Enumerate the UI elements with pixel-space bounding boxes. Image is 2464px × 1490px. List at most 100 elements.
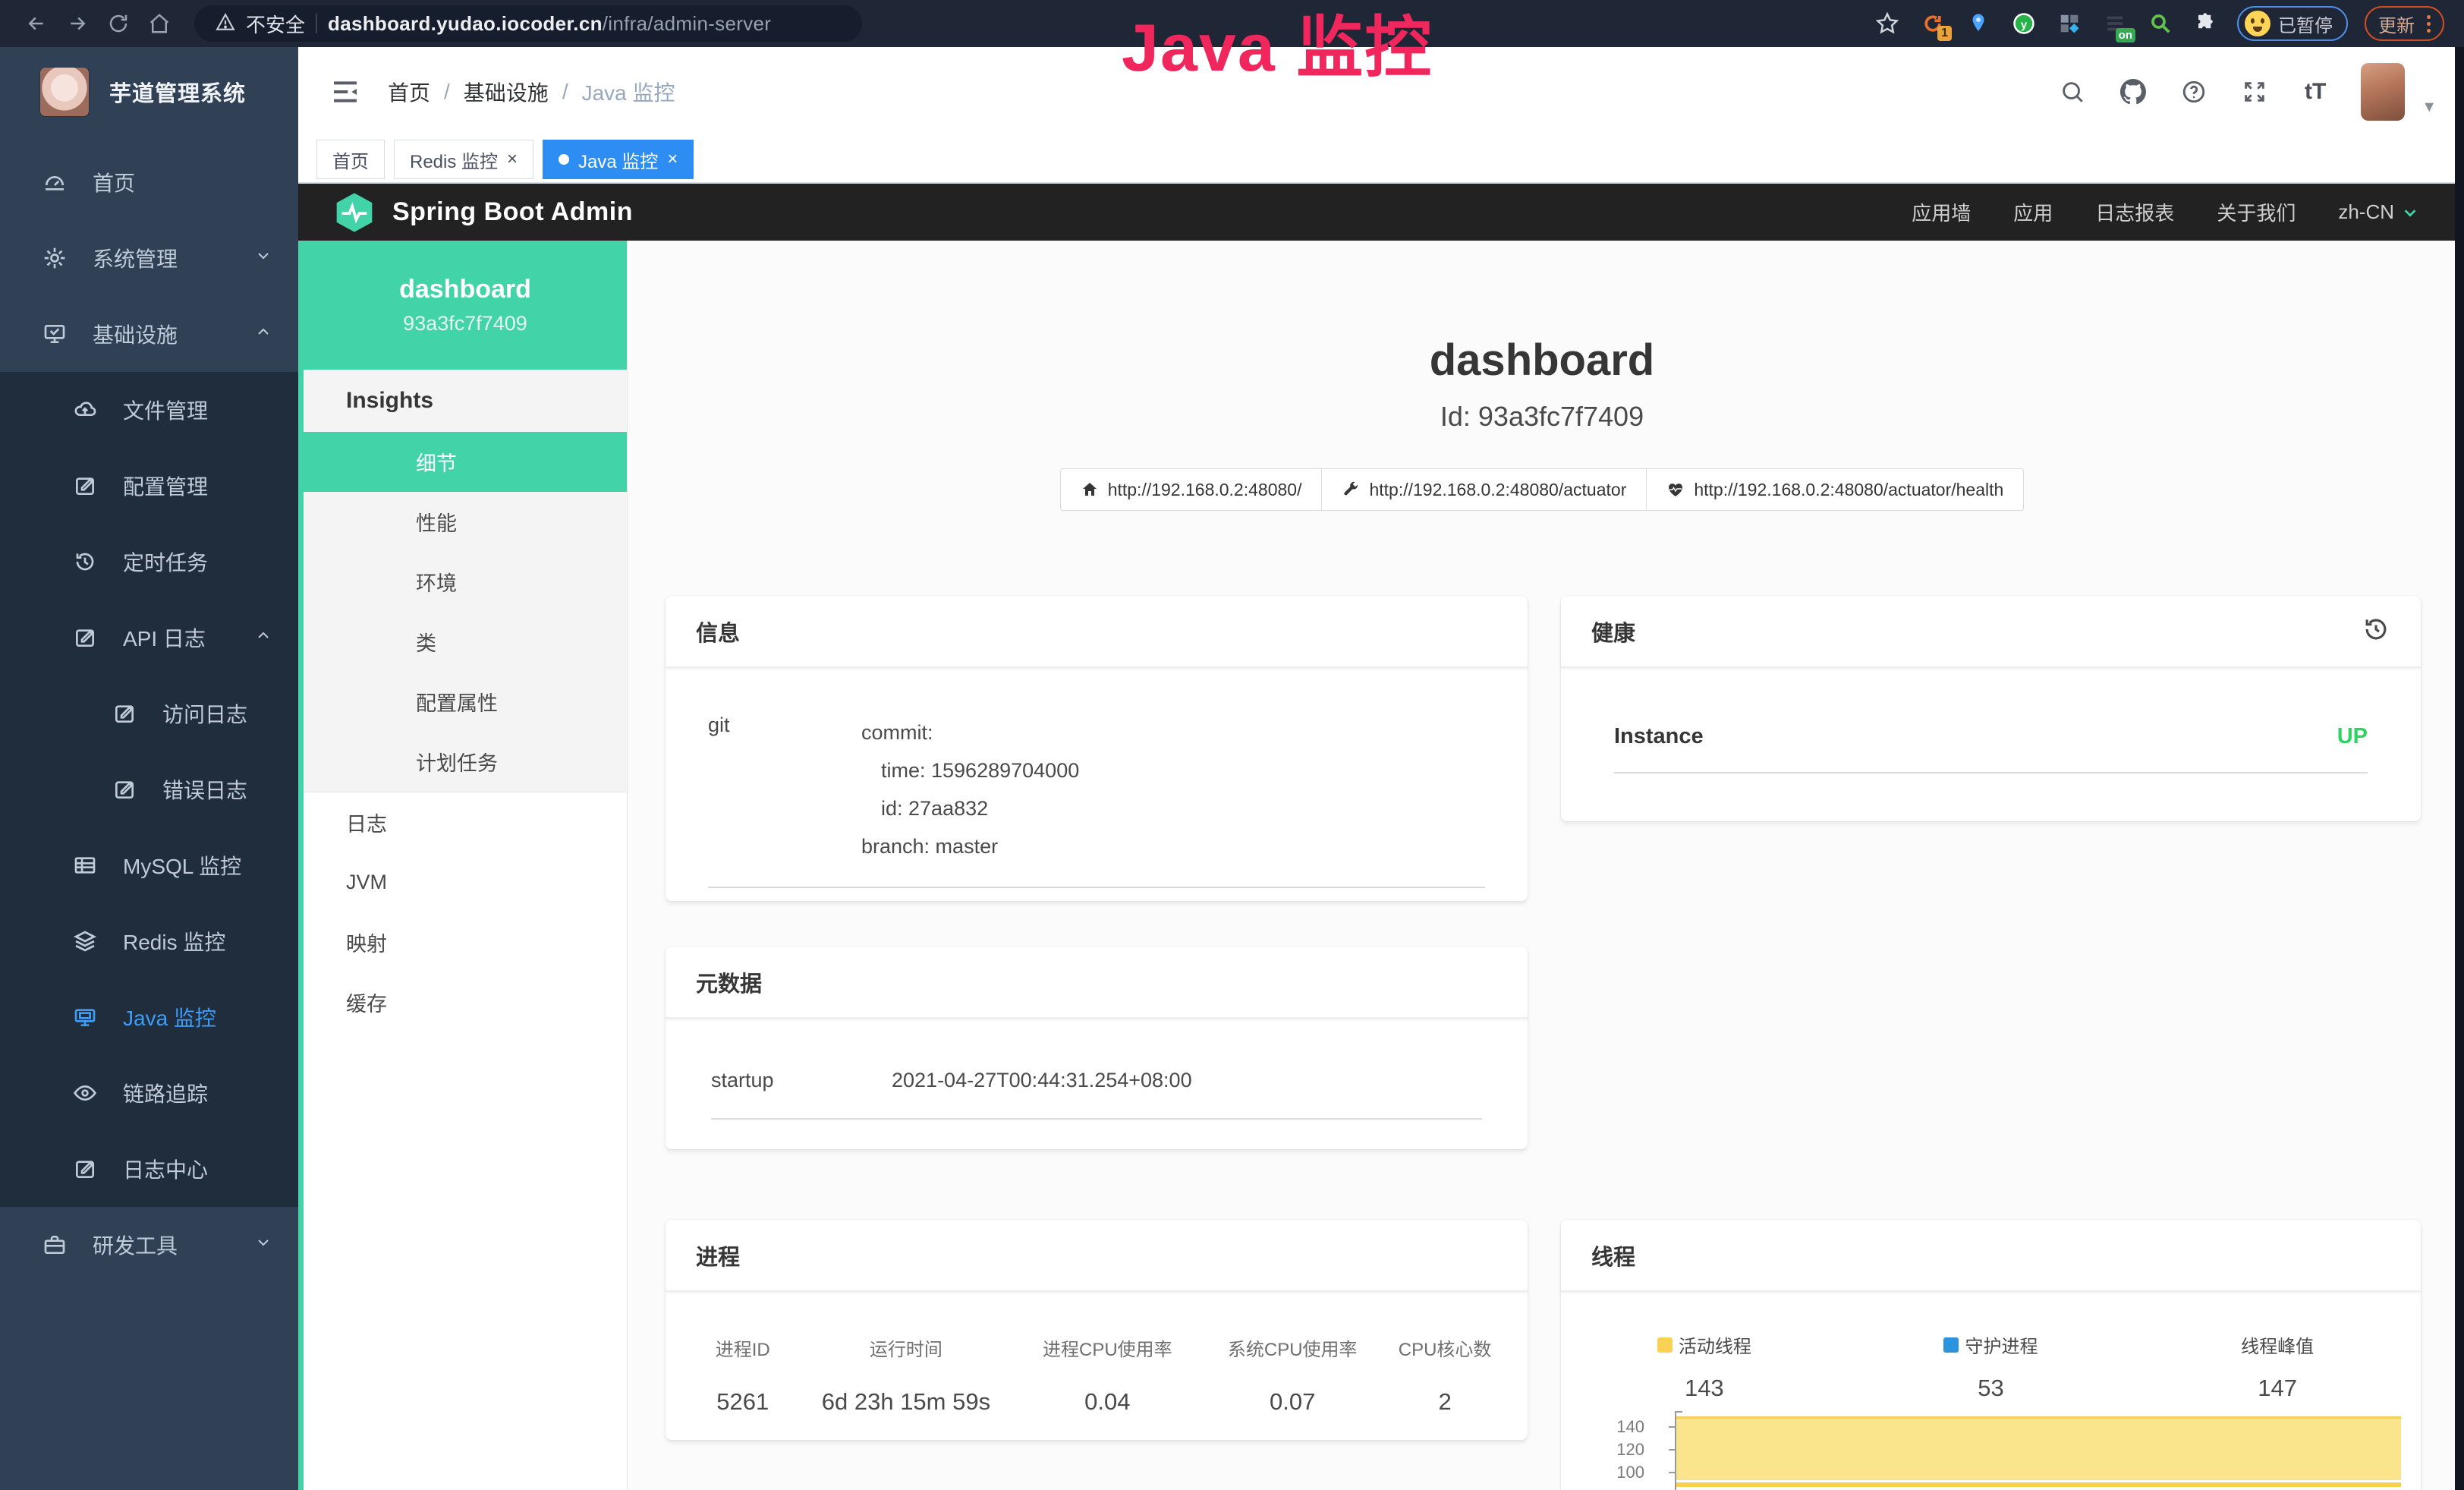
instance-content: dashboard Id: 93a3fc7f7409 http://192.16… — [628, 241, 2456, 1490]
search-icon[interactable] — [2057, 77, 2088, 107]
process-col-cpus: CPU核心数 — [1385, 1334, 1505, 1361]
tab-redis-monitor[interactable]: Redis 监控 — [394, 140, 533, 179]
fullscreen-icon[interactable] — [2239, 77, 2270, 107]
instance-nav-metrics[interactable]: 性能 — [304, 492, 627, 552]
breadcrumb-infrastructure[interactable]: 基础设施 — [464, 77, 549, 107]
health-instance-label[interactable]: Instance — [1614, 724, 1704, 749]
sba-nav-applications[interactable]: 应用 — [2013, 198, 2053, 226]
sidebar-item-system[interactable]: 系统管理 — [0, 220, 298, 296]
svg-text:y: y — [2021, 18, 2028, 31]
security-label[interactable]: 不安全 — [246, 10, 305, 38]
sba-locale-select[interactable]: zh-CN — [2338, 200, 2418, 224]
forward-arrow-icon[interactable] — [61, 7, 94, 40]
sidebar-item-java-monitor[interactable]: Java 监控 — [0, 979, 298, 1055]
avatar[interactable] — [2361, 63, 2405, 121]
sba-logo-icon — [333, 191, 376, 234]
metadata-key-startup: startup — [711, 1069, 892, 1092]
breadcrumb-separator: / — [444, 80, 450, 104]
instance-id-line: Id: 93a3fc7f7409 — [628, 401, 2456, 433]
sba-brand[interactable]: Spring Boot Admin — [333, 191, 633, 234]
sidebar-item-config-management[interactable]: 配置管理 — [0, 448, 298, 524]
info-key-git: git — [708, 713, 861, 865]
endpoint-health-button[interactable]: http://192.168.0.2:48080/actuator/health — [1646, 468, 2024, 511]
sidebar-item-scheduled-tasks[interactable]: 定时任务 — [0, 524, 298, 600]
chevron-up-icon — [254, 625, 272, 650]
extension-search-icon[interactable] — [2146, 9, 2175, 38]
history-icon[interactable] — [2362, 615, 2390, 647]
instance-nav-mappings[interactable]: 映射 — [304, 912, 627, 972]
sidebar-item-api-logs[interactable]: API 日志 — [0, 600, 298, 676]
url-path: /infra/admin-server — [603, 12, 771, 35]
instance-header[interactable]: dashboard 93a3fc7f7409 — [304, 241, 627, 370]
bookmark-star-icon[interactable] — [1873, 9, 1902, 38]
url-host: dashboard.yudao.iocoder.cn — [328, 12, 603, 35]
workspace: 首页 / 基础设施 / Java 监控 tT — [298, 47, 2464, 1490]
app-logo-row[interactable]: 芋道管理系统 — [0, 47, 298, 137]
reload-icon[interactable] — [102, 7, 135, 40]
eye-icon — [73, 1081, 97, 1105]
chrome-update-button[interactable]: 更新 — [2365, 6, 2444, 41]
chevron-down-icon — [254, 246, 272, 270]
peak-threads-value: 147 — [2134, 1375, 2421, 1402]
sidebar-item-mysql-monitor[interactable]: MySQL 监控 — [0, 827, 298, 903]
edit-icon — [73, 625, 97, 650]
y-tick-120: 120 — [1591, 1440, 1644, 1460]
process-col-process-cpu: 进程CPU使用率 — [1015, 1334, 1200, 1361]
help-icon[interactable] — [2179, 77, 2209, 107]
close-icon[interactable] — [667, 149, 678, 170]
sidebar-item-dev-tools[interactable]: 研发工具 — [0, 1207, 298, 1283]
endpoint-actuator-button[interactable]: http://192.168.0.2:48080/actuator — [1321, 468, 1647, 511]
cloud-upload-icon — [73, 398, 97, 422]
instance-nav-logs[interactable]: 日志 — [304, 792, 627, 852]
sba-nav-journal[interactable]: 日志报表 — [2095, 198, 2174, 226]
row-divider — [1614, 772, 2368, 773]
process-val-pid: 5261 — [688, 1388, 797, 1416]
process-val-cpus: 2 — [1385, 1388, 1505, 1416]
breadcrumb-home[interactable]: 首页 — [388, 77, 430, 107]
sidebar-item-infrastructure[interactable]: 基础设施 — [0, 296, 298, 372]
hamburger-icon[interactable] — [329, 75, 362, 109]
sba-nav-about[interactable]: 关于我们 — [2217, 198, 2296, 226]
endpoint-home-button[interactable]: http://192.168.0.2:48080/ — [1060, 468, 1323, 511]
extension-green-y-icon[interactable]: y — [2009, 9, 2038, 38]
font-size-icon[interactable]: tT — [2300, 77, 2330, 107]
live-threads-area — [1676, 1416, 2401, 1480]
breadcrumb-current: Java 监控 — [582, 77, 675, 107]
github-icon[interactable] — [2118, 77, 2148, 107]
annotation-java-monitor: Java 监控 — [1122, 0, 1433, 90]
instance-nav-classes[interactable]: 类 — [304, 612, 627, 672]
sidebar-item-tracing[interactable]: 链路追踪 — [0, 1055, 298, 1131]
instance-nav-config-props[interactable]: 配置属性 — [304, 672, 627, 732]
profile-paused-chip[interactable]: 已暂停 — [2237, 6, 2348, 41]
kebab-menu-icon[interactable] — [2427, 15, 2431, 33]
address-bar[interactable]: 不安全 dashboard.yudao.iocoder.cn/infra/adm… — [194, 5, 862, 42]
sidebar-item-home[interactable]: 首页 — [0, 144, 298, 220]
health-card: 健康 Instance UP — [1561, 596, 2421, 821]
caret-down-icon[interactable]: ▼ — [2422, 99, 2437, 116]
close-icon[interactable] — [507, 149, 518, 170]
back-arrow-icon[interactable] — [20, 7, 53, 40]
extension-pin-icon[interactable] — [1964, 9, 1993, 38]
instance-nav-caches[interactable]: 缓存 — [304, 972, 627, 1032]
sidebar-item-redis-monitor[interactable]: Redis 监控 — [0, 903, 298, 979]
instance-nav-environment[interactable]: 环境 — [304, 552, 627, 612]
sidebar-item-access-logs[interactable]: 访问日志 — [0, 676, 298, 751]
wrench-icon — [1342, 480, 1360, 499]
tab-java-monitor[interactable]: Java 监控 — [543, 140, 694, 179]
sidebar-item-file-management[interactable]: 文件管理 — [0, 372, 298, 448]
instance-nav-details[interactable]: 细节 — [304, 432, 627, 492]
scrollbar-track[interactable] — [2455, 47, 2464, 1490]
sidebar-item-log-center[interactable]: 日志中心 — [0, 1131, 298, 1207]
row-divider — [708, 887, 1485, 888]
puzzle-icon[interactable] — [2192, 9, 2220, 38]
home-icon[interactable] — [143, 7, 176, 40]
instance-nav-scheduled-tasks[interactable]: 计划任务 — [304, 732, 627, 792]
instance-nav-jvm[interactable]: JVM — [304, 852, 627, 912]
sba-nav-wallboard[interactable]: 应用墙 — [1912, 198, 1971, 226]
extension-orange-icon[interactable]: 1 — [1918, 9, 1947, 38]
active-dot-icon — [559, 154, 569, 165]
sidebar-item-error-logs[interactable]: 错误日志 — [0, 751, 298, 827]
extension-on-icon[interactable]: on — [2101, 9, 2129, 38]
tab-home[interactable]: 首页 — [316, 140, 385, 179]
extension-grid-icon[interactable] — [2055, 9, 2084, 38]
